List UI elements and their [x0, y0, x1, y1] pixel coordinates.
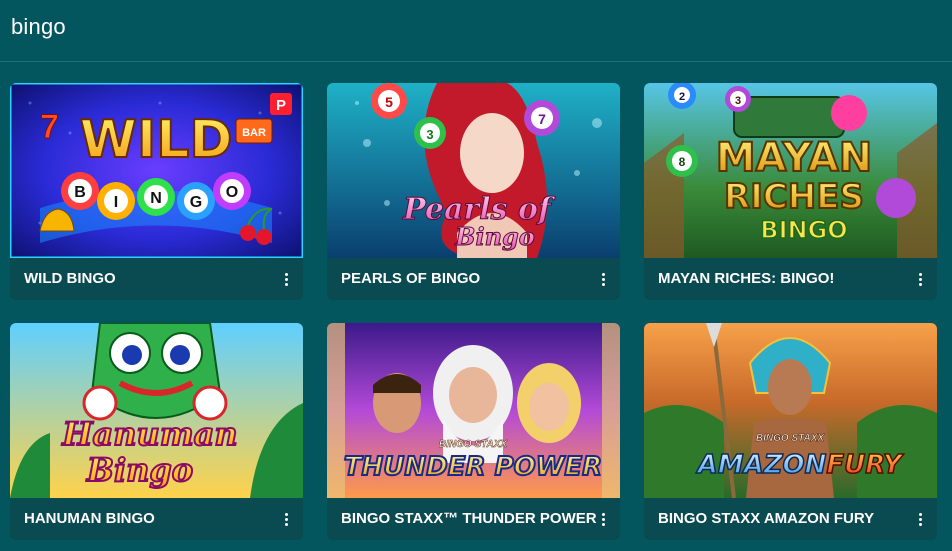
svg-text:7: 7	[538, 111, 546, 127]
game-thumbnail[interactable]: BINGO STAXX THUNDER POWER	[327, 323, 620, 498]
game-thumbnail[interactable]: Hanuman Bingo	[10, 323, 303, 498]
art-title-line2: FURY	[826, 450, 905, 480]
search-header: bingo	[0, 0, 952, 62]
mayan-mask	[733, 96, 845, 138]
mermaid-face	[460, 113, 524, 193]
more-options-icon[interactable]	[911, 506, 929, 532]
svg-text:2: 2	[679, 91, 685, 103]
game-card-footer: HANUMAN BINGO	[10, 498, 303, 540]
svg-text:N: N	[150, 190, 162, 207]
game-card-footer: BINGO STAXX™ THUNDER POWER	[327, 498, 620, 540]
more-options-icon[interactable]	[594, 266, 612, 292]
game-title[interactable]: WILD BINGO	[24, 270, 116, 287]
game-thumbnail[interactable]: 2 3 8 MAYAN RICHES BINGO	[644, 83, 937, 258]
game-card-thunder-power[interactable]: BINGO STAXX THUNDER POWER BINGO STAXX™ T…	[327, 323, 620, 540]
art-title: THUNDER POWER	[344, 452, 602, 482]
goddess-figure	[517, 363, 581, 443]
game-card-mayan-riches-bingo[interactable]: 2 3 8 MAYAN RICHES BINGO MAYAN RICHES: B…	[644, 83, 937, 300]
more-options-icon[interactable]	[277, 266, 295, 292]
game-title[interactable]: BINGO STAXX™ THUNDER POWER	[341, 510, 597, 527]
art-subtitle: BINGO STAXX	[756, 433, 825, 444]
svg-text:B: B	[74, 184, 86, 201]
game-card-amazon-fury[interactable]: BINGO STAXX AMAZON FURY BINGO STAXX AMAZ…	[644, 323, 937, 540]
game-title[interactable]: PEARLS OF BINGO	[341, 270, 480, 287]
svg-text:O: O	[226, 184, 238, 201]
art-title-line2: Bingo	[454, 222, 535, 251]
game-card-footer: BINGO STAXX AMAZON FURY	[644, 498, 937, 540]
game-title[interactable]: BINGO STAXX AMAZON FURY	[658, 510, 874, 527]
art-title-line2: Bingo	[86, 451, 193, 489]
game-card-wild-bingo[interactable]: WILD B I N G O 7 BAR P WILD BINGO	[10, 83, 303, 300]
game-card-footer: PEARLS OF BINGO	[327, 258, 620, 300]
more-options-icon[interactable]	[911, 266, 929, 292]
game-title[interactable]: HANUMAN BINGO	[24, 510, 155, 527]
art-wild-text: WILD	[79, 110, 232, 170]
svg-text:BAR: BAR	[242, 127, 266, 139]
svg-text:G: G	[190, 194, 202, 211]
svg-text:8: 8	[679, 155, 686, 169]
search-query-text[interactable]: bingo	[11, 14, 66, 40]
art-title-line1: MAYAN	[716, 135, 873, 181]
svg-text:5: 5	[385, 94, 393, 110]
svg-text:I: I	[114, 194, 118, 211]
game-card-pearls-of-bingo[interactable]: 5 3 7 Pearls of Bingo PEARLS OF BINGO	[327, 83, 620, 300]
game-thumbnail[interactable]: 5 3 7 Pearls of Bingo	[327, 83, 620, 258]
art-title-line3: BINGO	[760, 216, 847, 244]
more-options-icon[interactable]	[277, 506, 295, 532]
art-title-line1: AMAZON	[696, 450, 827, 480]
art-title-line2: RICHES	[724, 177, 864, 217]
game-thumbnail[interactable]: BINGO STAXX AMAZON FURY	[644, 323, 937, 498]
bar-reel-icon: BAR	[235, 118, 273, 144]
art-subtitle: BINGO STAXX	[439, 439, 508, 450]
game-card-footer: WILD BINGO	[10, 258, 303, 300]
game-card-footer: MAYAN RICHES: BINGO!	[644, 258, 937, 300]
provider-badge-icon: P	[270, 93, 292, 115]
more-options-icon[interactable]	[594, 506, 612, 532]
hero-figure	[373, 373, 421, 433]
game-thumbnail[interactable]: WILD B I N G O 7 BAR P	[10, 83, 303, 258]
seven-icon: 7	[40, 108, 59, 146]
svg-text:P: P	[276, 97, 286, 114]
game-card-hanuman-bingo[interactable]: Hanuman Bingo HANUMAN BINGO	[10, 323, 303, 540]
svg-text:3: 3	[735, 95, 741, 107]
svg-text:3: 3	[426, 127, 433, 142]
art-title-line1: Hanuman	[61, 415, 237, 453]
game-title[interactable]: MAYAN RICHES: BINGO!	[658, 270, 834, 287]
